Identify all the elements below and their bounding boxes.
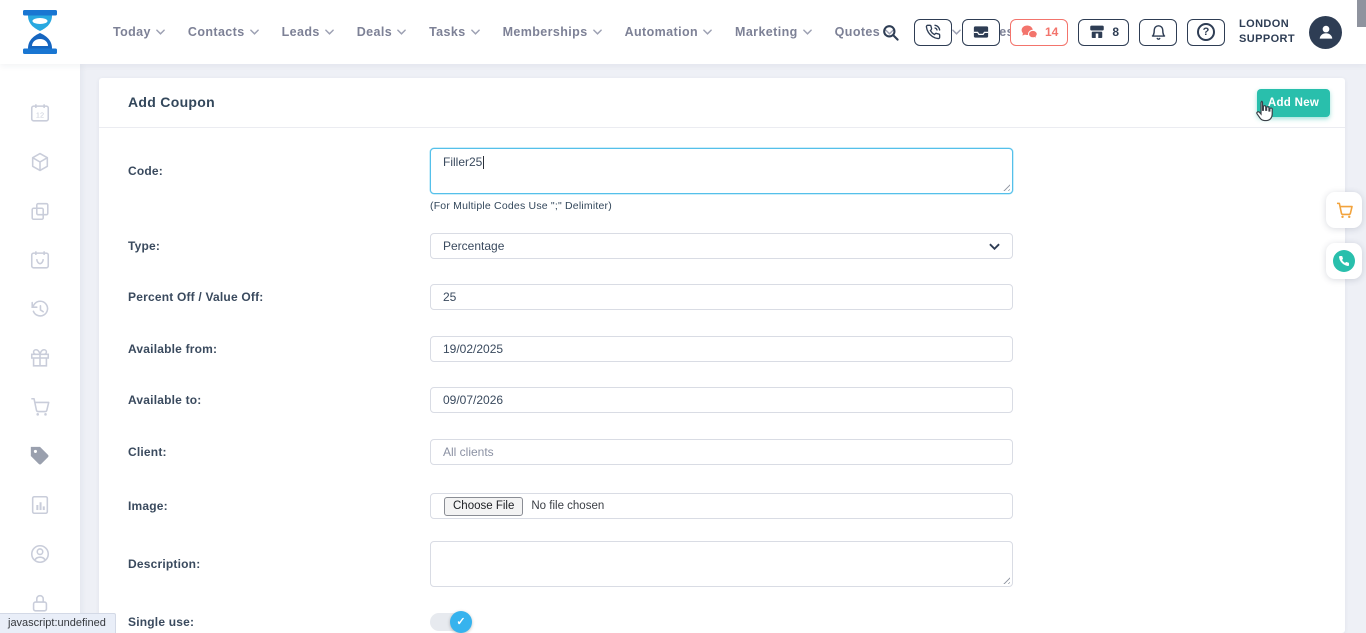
nav-contacts[interactable]: Contacts xyxy=(188,25,259,39)
nav-automation[interactable]: Automation xyxy=(625,25,712,39)
add-coupon-panel: Add Coupon Code: Filler25 (For Multiple … xyxy=(99,78,1345,633)
question-mark-icon: ? xyxy=(1197,23,1215,41)
notifications-button[interactable] xyxy=(1139,19,1177,46)
nav-memberships[interactable]: Memberships xyxy=(503,25,602,39)
phone-icon xyxy=(1338,255,1350,267)
chat-count-badge: 14 xyxy=(1045,25,1058,39)
bell-icon xyxy=(1150,24,1167,41)
svg-text:12: 12 xyxy=(36,111,44,120)
chat-bubbles-icon xyxy=(1020,24,1039,41)
phone-call-icon xyxy=(925,24,941,40)
available-to-input[interactable] xyxy=(430,387,1013,413)
current-user-name: LONDON SUPPORT xyxy=(1239,17,1295,47)
topbar-actions: 14 8 ? LONDON SUPPORT xyxy=(881,0,1342,64)
available-to-row: Available to: xyxy=(128,387,1113,413)
type-row: Type: Percentage xyxy=(128,233,1113,259)
percent-off-label: Percent Off / Value Off: xyxy=(128,290,430,304)
add-new-button[interactable]: Add New xyxy=(1257,89,1330,117)
type-selected-value: Percentage xyxy=(443,239,989,253)
chevron-down-icon xyxy=(471,29,480,35)
inbox-button[interactable] xyxy=(962,19,1000,46)
toggle-knob-check-icon: ✓ xyxy=(450,611,472,633)
code-textarea[interactable]: Filler25 xyxy=(430,148,1013,194)
app-logo-hourglass-icon[interactable] xyxy=(16,7,64,57)
package-icon[interactable] xyxy=(29,151,51,173)
account-icon[interactable] xyxy=(29,543,51,565)
chevron-down-icon xyxy=(989,243,1000,250)
client-label: Client: xyxy=(128,445,430,459)
image-label: Image: xyxy=(128,499,430,513)
shopping-cart-icon xyxy=(1335,201,1354,220)
single-use-row: Single use: ✓ xyxy=(128,613,1113,631)
choose-file-button[interactable]: Choose File xyxy=(444,497,523,516)
browser-status-tooltip: javascript:undefined xyxy=(0,613,116,633)
store-count-badge: 8 xyxy=(1112,25,1119,39)
user-avatar[interactable] xyxy=(1309,16,1342,49)
calendar-icon[interactable]: 12 xyxy=(29,102,51,124)
code-value: Filler25 xyxy=(443,155,482,169)
percent-off-input[interactable] xyxy=(430,284,1013,310)
chevron-down-icon xyxy=(325,29,334,35)
type-select[interactable]: Percentage xyxy=(430,233,1013,259)
coupons-tag-icon[interactable] xyxy=(29,445,51,467)
floating-phone-button[interactable] xyxy=(1326,243,1362,279)
gift-icon[interactable] xyxy=(29,347,51,369)
nav-deals[interactable]: Deals xyxy=(357,25,406,39)
phone-bubble xyxy=(1333,250,1355,272)
description-textarea[interactable] xyxy=(430,541,1013,587)
description-label: Description: xyxy=(128,557,430,571)
chevron-down-icon xyxy=(803,29,812,35)
percent-off-row: Percent Off / Value Off: xyxy=(128,284,1113,310)
chevron-down-icon xyxy=(593,29,602,35)
resize-handle[interactable] xyxy=(1001,575,1010,584)
resize-handle[interactable] xyxy=(1001,182,1010,191)
history-icon[interactable] xyxy=(29,298,51,320)
lock-icon[interactable] xyxy=(29,592,51,614)
image-row: Image: Choose File No file chosen xyxy=(128,493,1113,519)
single-use-toggle[interactable]: ✓ xyxy=(430,613,470,631)
image-file-field: Choose File No file chosen xyxy=(430,493,1013,519)
code-row: Code: Filler25 xyxy=(128,148,1113,194)
floating-cart-button[interactable] xyxy=(1326,192,1362,228)
person-icon xyxy=(1316,22,1336,42)
left-sidebar: 12 xyxy=(0,64,80,633)
scrollbar-thumb[interactable] xyxy=(1357,0,1366,27)
phone-call-button[interactable] xyxy=(914,19,952,46)
description-row: Description: xyxy=(128,541,1113,587)
available-from-label: Available from: xyxy=(128,342,430,356)
available-to-label: Available to: xyxy=(128,393,430,407)
inbox-icon xyxy=(972,23,990,41)
chevron-down-icon xyxy=(250,29,259,35)
single-use-label: Single use: xyxy=(128,615,430,629)
copy-icon[interactable] xyxy=(29,200,51,222)
text-caret xyxy=(483,156,484,169)
type-label: Type: xyxy=(128,239,430,253)
search-icon[interactable] xyxy=(881,23,900,42)
file-chosen-status: No file chosen xyxy=(531,500,604,512)
chevron-down-icon xyxy=(156,29,165,35)
calendar-booking-icon[interactable] xyxy=(29,249,51,271)
available-from-input[interactable] xyxy=(430,336,1013,362)
code-label: Code: xyxy=(128,164,430,178)
client-row: Client: xyxy=(128,439,1113,465)
chevron-down-icon xyxy=(397,29,406,35)
nav-today[interactable]: Today xyxy=(113,25,165,39)
nav-marketing[interactable]: Marketing xyxy=(735,25,812,39)
help-button[interactable]: ? xyxy=(1187,19,1225,46)
store-button[interactable]: 8 xyxy=(1078,19,1129,46)
chat-notifications-button[interactable]: 14 xyxy=(1010,19,1068,46)
storefront-icon xyxy=(1088,23,1106,41)
code-helper-text: (For Multiple Codes Use ";" Delimiter) xyxy=(430,200,612,212)
report-icon[interactable] xyxy=(29,494,51,516)
top-bar: Today Contacts Leads Deals Tasks Members… xyxy=(0,0,1366,64)
nav-tasks[interactable]: Tasks xyxy=(429,25,480,39)
client-input[interactable] xyxy=(430,439,1013,465)
nav-leads[interactable]: Leads xyxy=(282,25,334,39)
available-from-row: Available from: xyxy=(128,336,1113,362)
shopping-cart-icon[interactable] xyxy=(29,396,51,418)
chevron-down-icon xyxy=(703,29,712,35)
panel-header: Add Coupon xyxy=(99,78,1345,128)
page-title: Add Coupon xyxy=(128,94,215,110)
